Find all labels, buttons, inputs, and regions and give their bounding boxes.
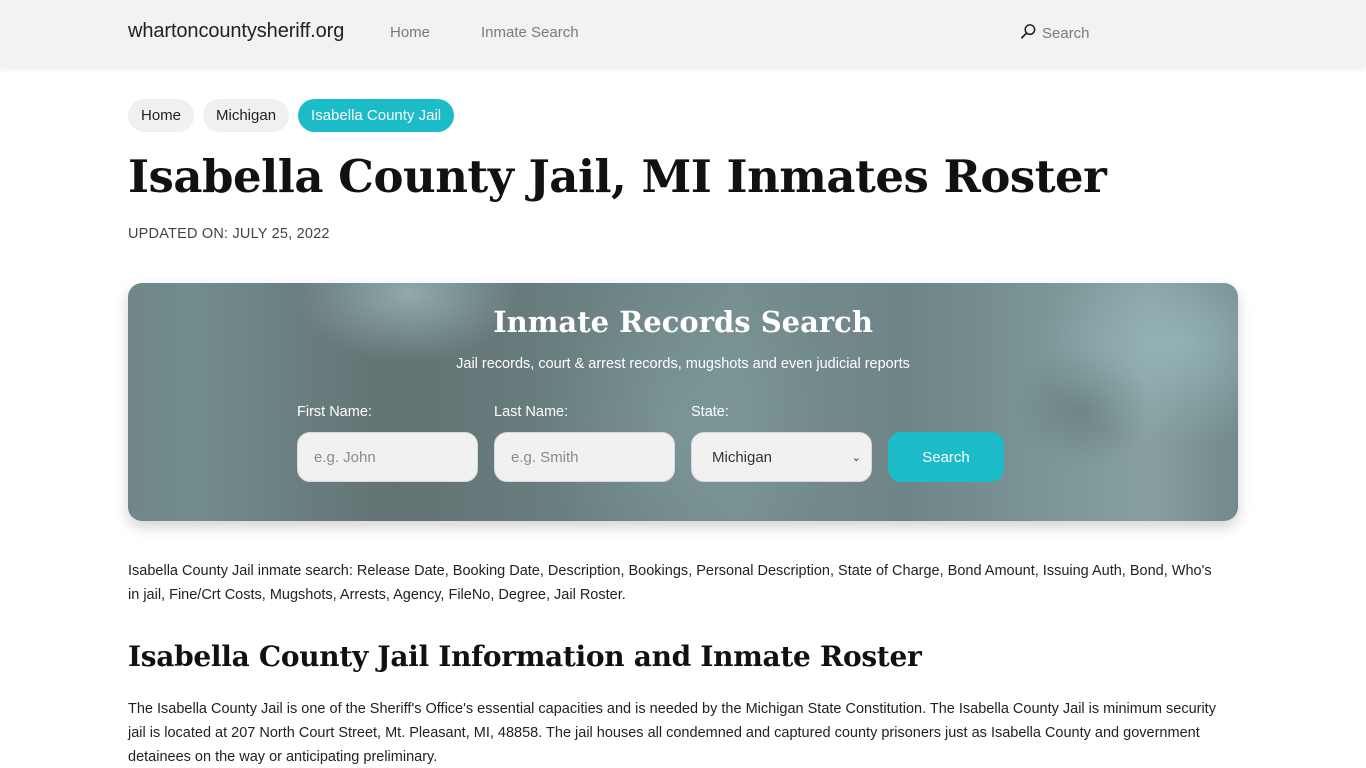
breadcrumb: Home Michigan Isabella County Jail [128,99,455,132]
site-brand-link[interactable]: whartoncountysheriff.org [128,20,344,43]
search-panel-title: Inmate Records Search [493,305,873,339]
header-search-label: Search [1042,25,1090,42]
state-select[interactable]: Michigan ⌄ [691,432,872,482]
search-submit-button[interactable]: Search [888,432,1004,482]
state-selected-value: Michigan [712,448,773,466]
first-name-label: First Name: [297,404,372,420]
info-paragraph: The Isabella County Jail is one of the S… [128,701,1216,765]
nav-home-link[interactable]: Home [390,24,430,41]
state-label: State: [691,404,729,420]
header-search-button[interactable]: Search [1020,23,1090,44]
inmate-search-panel: Inmate Records Search Jail records, cour… [128,283,1238,521]
nav-inmate-search-link[interactable]: Inmate Search [481,24,579,41]
first-name-input[interactable] [297,432,478,482]
section-title: Isabella County Jail Information and Inm… [128,640,922,673]
keywords-paragraph: Isabella County Jail inmate search: Rele… [128,563,1212,603]
breadcrumb-home[interactable]: Home [128,99,195,132]
top-navbar: whartoncountysheriff.org Home Inmate Sea… [0,0,1366,67]
last-name-label: Last Name: [494,404,569,420]
page-title: Isabella County Jail, MI Inmates Roster [128,150,1107,203]
search-panel-subtitle: Jail records, court & arrest records, mu… [456,356,910,372]
last-name-input[interactable] [494,432,675,482]
updated-date: UPDATED ON: JULY 25, 2022 [128,226,330,242]
chevron-down-icon: ⌄ [851,451,861,464]
breadcrumb-michigan[interactable]: Michigan [203,99,290,132]
breadcrumb-isabella-county-jail[interactable]: Isabella County Jail [298,99,455,132]
search-icon [1020,23,1037,44]
